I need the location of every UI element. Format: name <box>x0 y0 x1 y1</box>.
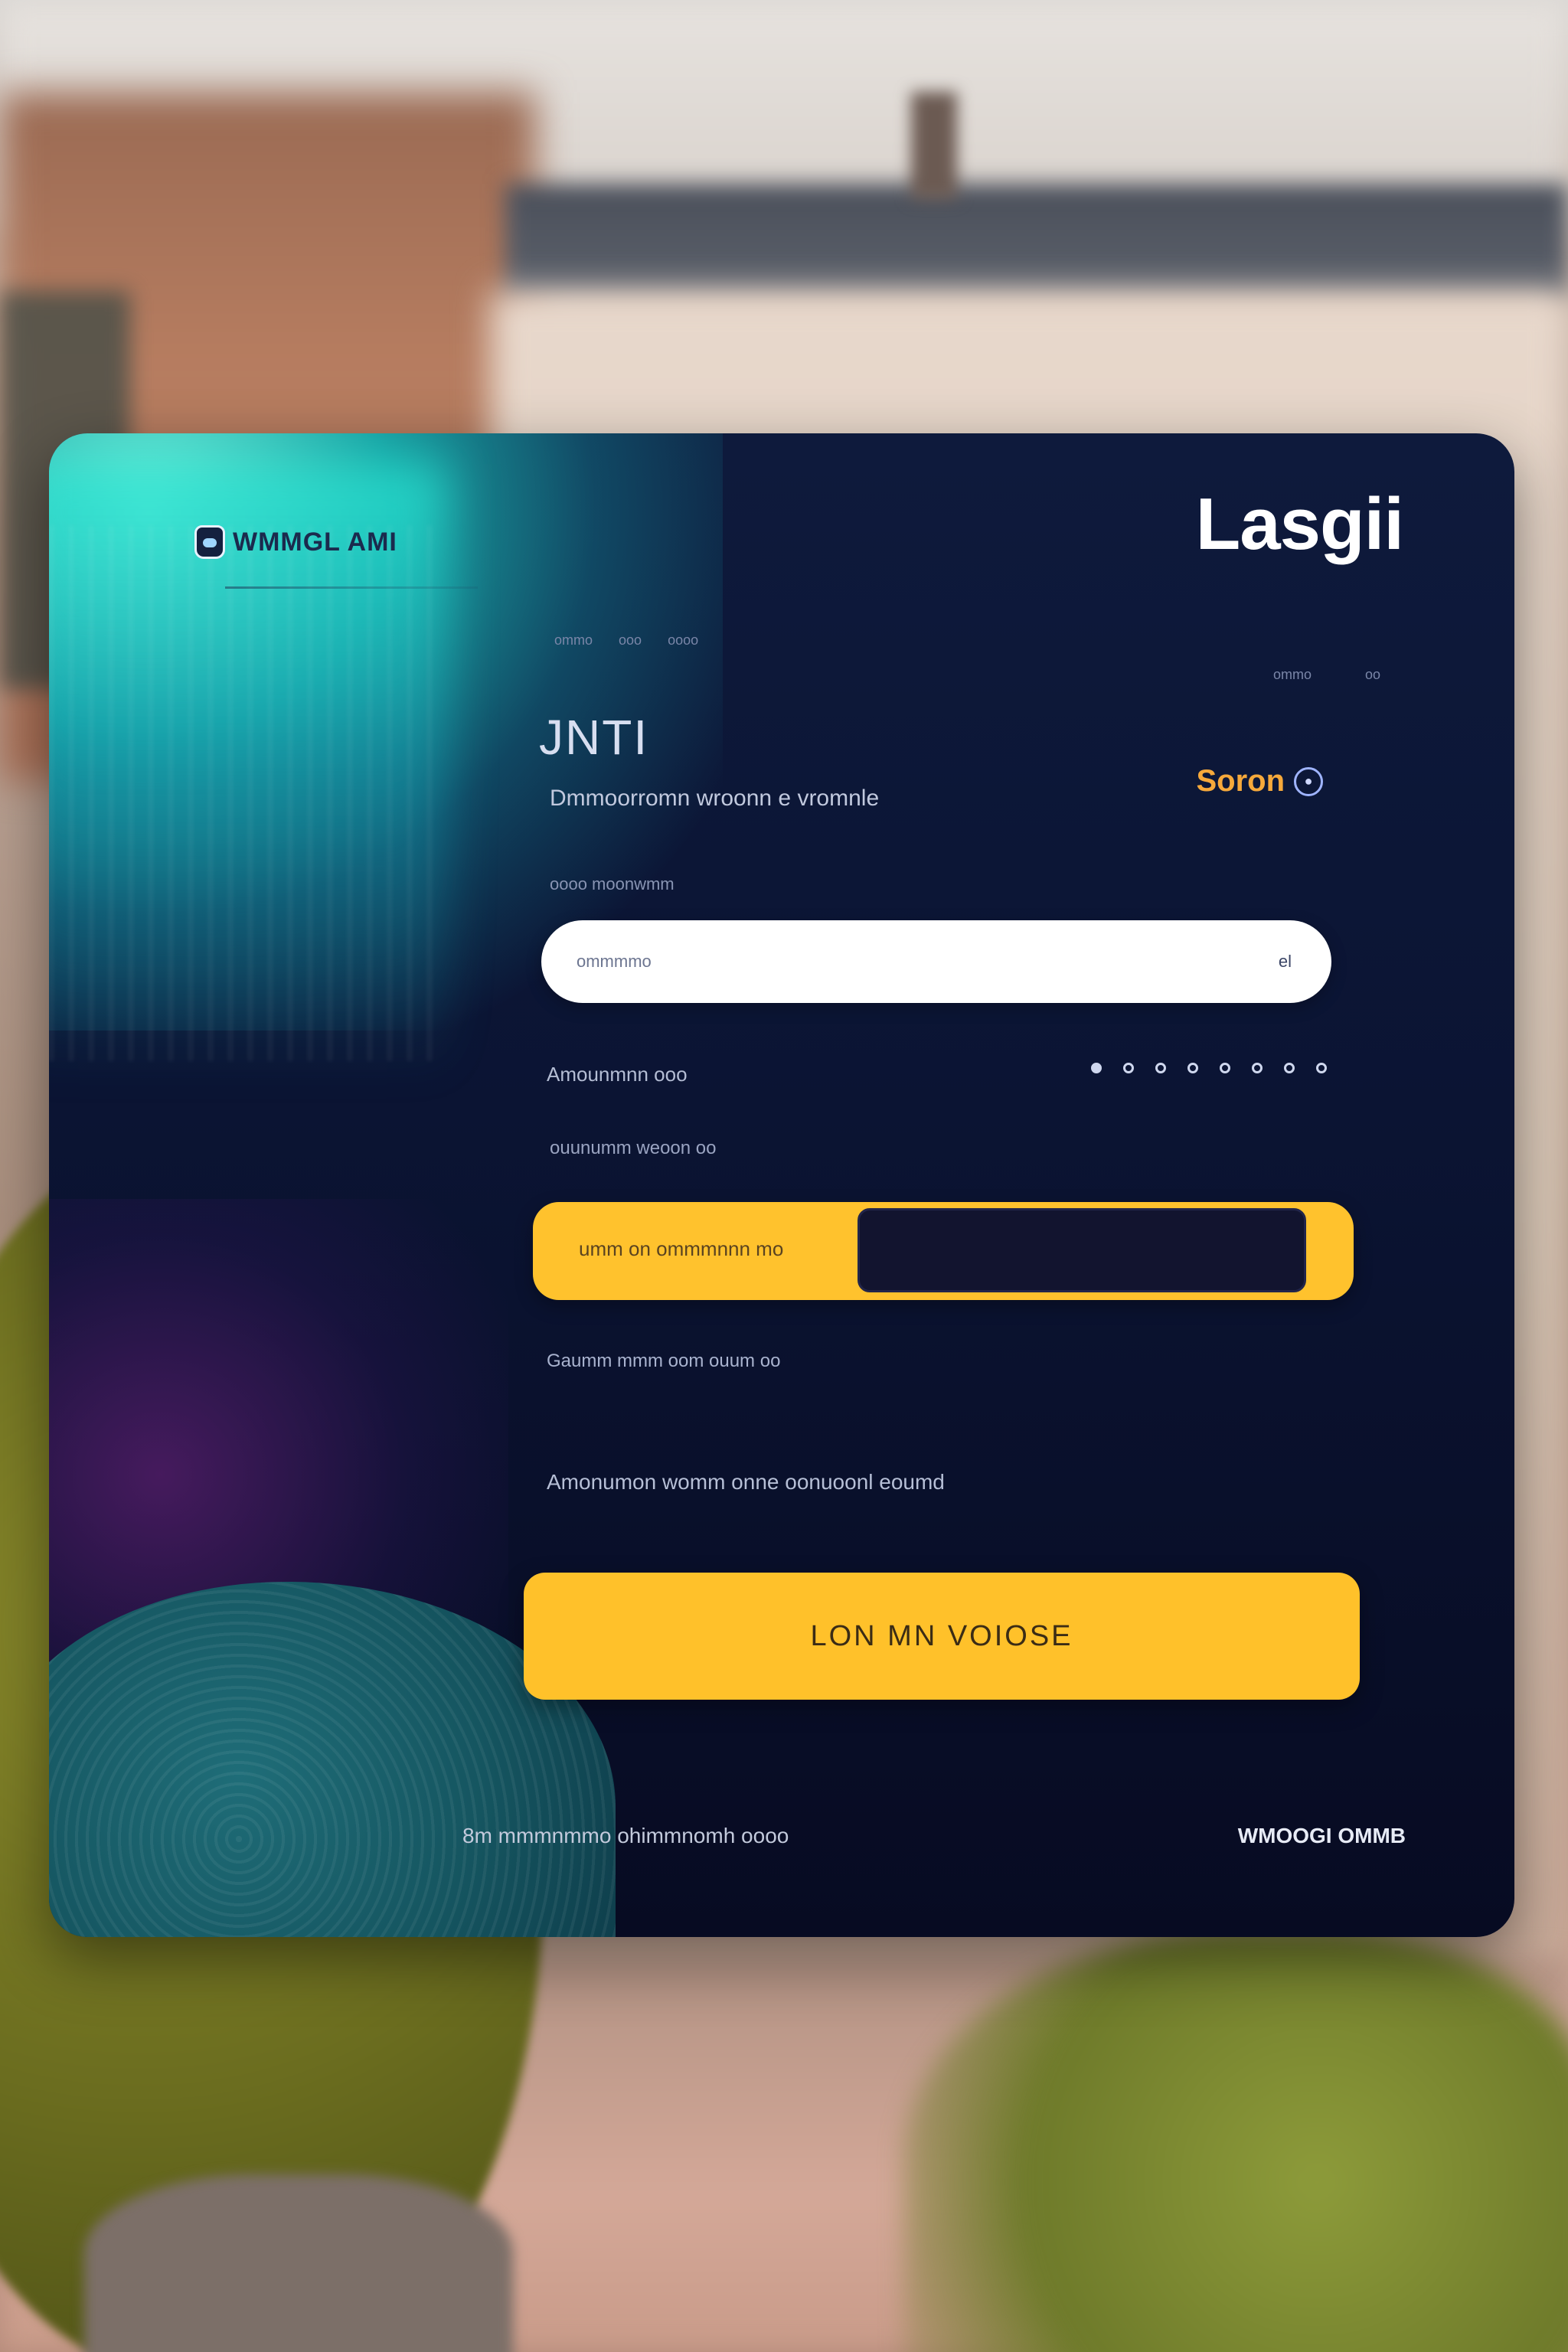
option-toggle[interactable]: umm on ommmnnn mo <box>533 1202 1354 1300</box>
terms-text: Amonumon womm onne oonuoonl eoumd <box>547 1470 945 1494</box>
dot-indicator[interactable] <box>1284 1063 1295 1073</box>
dot-indicator[interactable] <box>1155 1063 1166 1073</box>
hero-headline: JNTI <box>539 710 649 765</box>
login-card: WMMGL AMI Lasgii ommo ooo oooo ommo oo J… <box>49 433 1514 1937</box>
dot-indicator[interactable] <box>1220 1063 1230 1073</box>
dot-indicator[interactable] <box>1316 1063 1327 1073</box>
help-link[interactable]: Gaumm mmm oom ouum oo <box>547 1351 780 1372</box>
info-circle-icon: ● <box>1294 766 1323 796</box>
right-nav-item[interactable]: ommo <box>1273 667 1312 683</box>
text-input[interactable] <box>575 951 1152 972</box>
input-container: el <box>541 920 1331 1003</box>
footer-link[interactable]: WMOOGI OMMB <box>1238 1824 1406 1848</box>
field-label: oooo moonwmm <box>550 874 675 893</box>
status-label: Soron <box>1196 764 1285 798</box>
top-nav-item[interactable]: ooo <box>619 632 642 648</box>
top-nav: ommo ooo oooo <box>554 632 698 648</box>
right-nav: ommo oo <box>1273 667 1380 683</box>
top-nav-item[interactable]: ommo <box>554 632 593 648</box>
toggle-label: umm on ommmnnn mo <box>579 1237 784 1260</box>
brand[interactable]: WMMGL AMI <box>194 525 397 559</box>
pagination-dots <box>1091 1063 1327 1073</box>
hint-text: ouunumm weoon oo <box>550 1138 717 1158</box>
dot-indicator[interactable] <box>1252 1063 1263 1073</box>
background-roof <box>505 184 1568 299</box>
status-chip[interactable]: Soron ● <box>1196 764 1323 799</box>
brand-divider <box>225 586 478 589</box>
hero-subheadline: Dmmoorromn wroonn e vromnle <box>550 786 880 811</box>
background-pot <box>84 2174 513 2352</box>
footer-text: 8m mmmnmmo ohimmnomh oooo <box>462 1824 789 1847</box>
dot-indicator[interactable] <box>1091 1063 1102 1073</box>
submit-button[interactable]: LON MN VOIOSE <box>524 1573 1360 1700</box>
brand-logo-icon <box>194 525 225 559</box>
background-scene: WMMGL AMI Lasgii ommo ooo oooo ommo oo J… <box>0 0 1568 2352</box>
dot-indicator[interactable] <box>1187 1063 1198 1073</box>
input-suffix[interactable]: el <box>1279 952 1292 972</box>
background-chimney <box>911 92 957 199</box>
light-stripes <box>49 525 447 1061</box>
dot-indicator[interactable] <box>1123 1063 1134 1073</box>
row-label: Amounmnn ooo <box>547 1063 688 1086</box>
brand-name: WMMGL AMI <box>233 527 397 557</box>
top-nav-item[interactable]: oooo <box>668 632 698 648</box>
page-title: Lasgii <box>1195 483 1404 565</box>
toggle-panel[interactable] <box>858 1208 1306 1292</box>
right-nav-item[interactable]: oo <box>1365 667 1380 683</box>
